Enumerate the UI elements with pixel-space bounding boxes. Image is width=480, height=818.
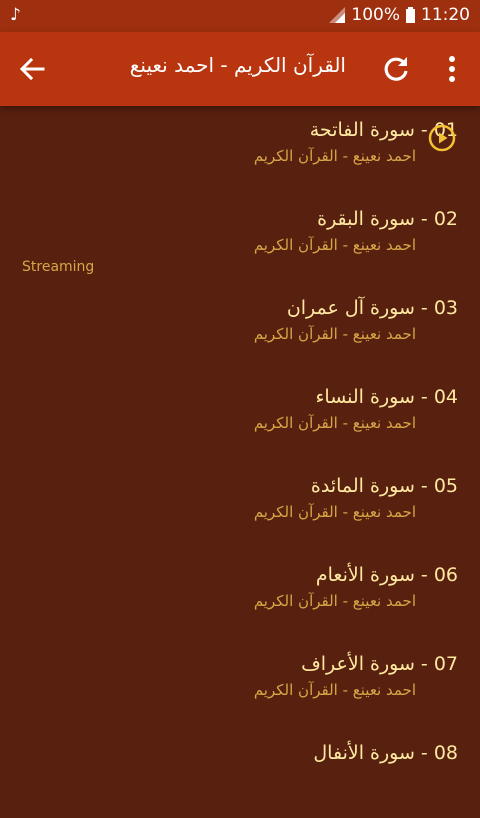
track-title: 05 - سورة المائدة: [310, 475, 458, 497]
battery-percent: 100%: [351, 5, 400, 25]
track-title: 07 - سورة الأعراف: [301, 653, 458, 675]
track-list: 01 - سورة الفاتحة احمد نعينع - القرآن ال…: [0, 106, 480, 818]
track-title: 08 - سورة الأنفال: [313, 742, 458, 764]
list-item[interactable]: 08 - سورة الأنفال: [0, 729, 480, 818]
status-indicators: 100% 11:20: [329, 5, 470, 25]
page-title: القرآن الكريم - احمد نعينع: [129, 53, 346, 77]
arrow-left-icon[interactable]: [14, 51, 50, 87]
track-subtitle: احمد نعينع - القرآن الكريم: [253, 414, 416, 432]
list-item[interactable]: 03 - سورة آل عمران احمد نعينع - القرآن ا…: [0, 284, 480, 373]
track-title: 06 - سورة الأنعام: [315, 564, 458, 586]
list-item[interactable]: 05 - سورة المائدة احمد نعينع - القرآن ال…: [0, 462, 480, 551]
list-item[interactable]: 06 - سورة الأنعام احمد نعينع - القرآن ال…: [0, 551, 480, 640]
list-item[interactable]: 01 - سورة الفاتحة احمد نعينع - القرآن ال…: [0, 106, 480, 195]
more-vert-icon[interactable]: [440, 52, 464, 86]
track-title: 03 - سورة آل عمران: [286, 297, 458, 319]
track-title: 02 - سورة البقرة: [317, 208, 458, 230]
status-bar: ♪ 100% 11:20: [0, 0, 480, 32]
refresh-icon[interactable]: [380, 53, 412, 85]
music-note-icon: ♪: [10, 5, 21, 25]
list-item[interactable]: 04 - سورة النساء احمد نعينع - القرآن الك…: [0, 373, 480, 462]
track-subtitle: احمد نعينع - القرآن الكريم: [253, 503, 416, 521]
play-circle-icon[interactable]: [428, 124, 456, 152]
list-item[interactable]: 07 - سورة الأعراف احمد نعينع - القرآن ال…: [0, 640, 480, 729]
streaming-status: Streaming: [22, 259, 95, 275]
track-subtitle: احمد نعينع - القرآن الكريم: [253, 681, 416, 699]
track-subtitle: احمد نعينع - القرآن الكريم: [253, 592, 416, 610]
clock: 11:20: [421, 5, 470, 25]
track-subtitle: احمد نعينع - القرآن الكريم: [253, 236, 416, 254]
app-bar: القرآن الكريم - احمد نعينع: [0, 32, 480, 106]
track-title: 04 - سورة النساء: [315, 386, 458, 408]
track-subtitle: احمد نعينع - القرآن الكريم: [253, 325, 416, 343]
track-subtitle: احمد نعينع - القرآن الكريم: [253, 147, 416, 165]
battery-icon: [406, 7, 415, 23]
signal-icon: [329, 7, 346, 23]
